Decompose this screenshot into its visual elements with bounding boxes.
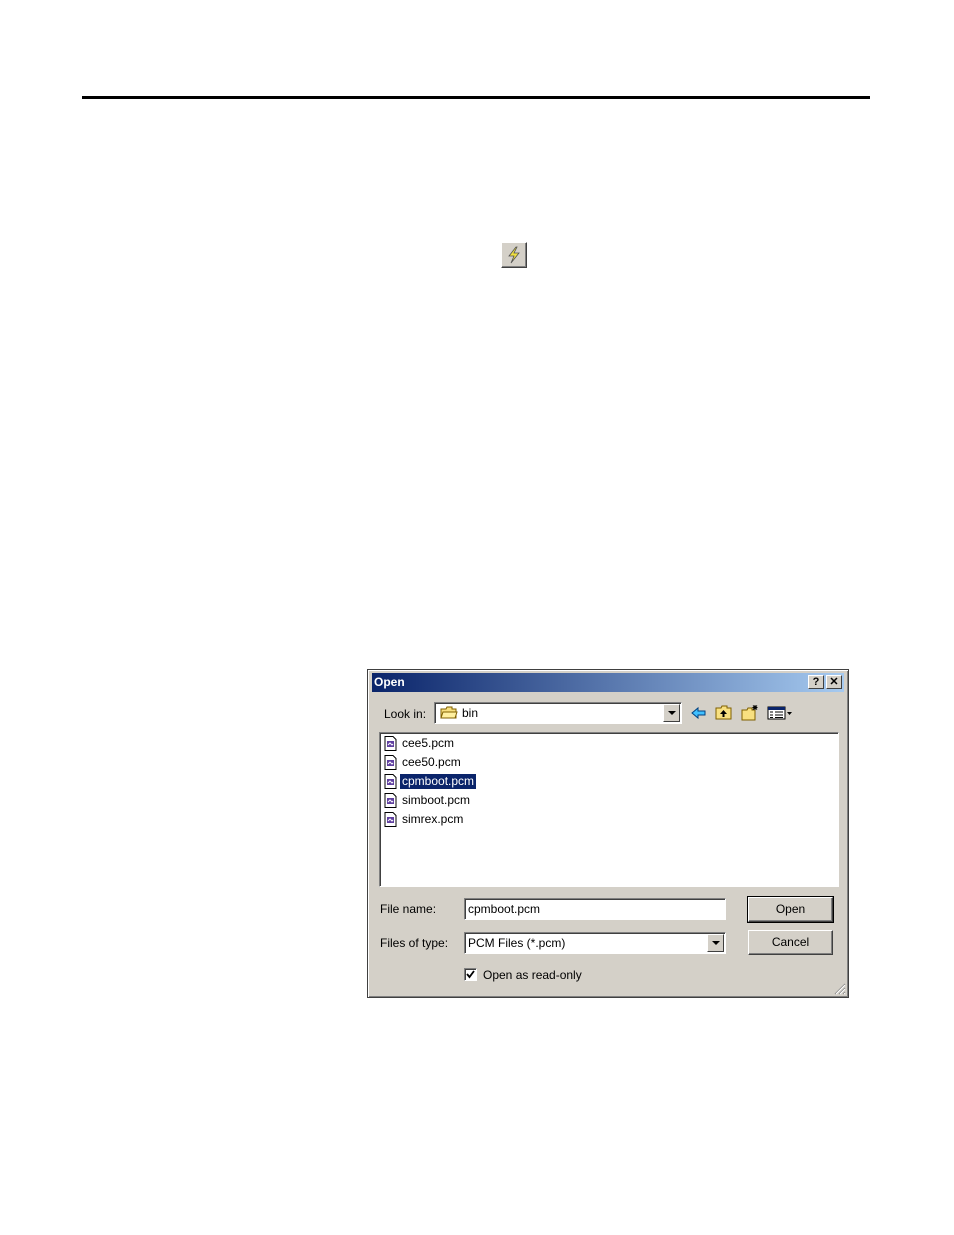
up-folder-icon[interactable] (714, 704, 734, 722)
pcm-file-icon (384, 812, 397, 827)
pcm-file-icon (384, 755, 397, 770)
file-name-input[interactable]: cpmboot.pcm (464, 898, 726, 920)
lightning-bolt-icon (508, 246, 520, 264)
view-menu-icon[interactable] (767, 704, 795, 722)
back-arrow-icon[interactable] (689, 704, 709, 722)
resize-grip-icon[interactable] (834, 983, 846, 995)
open-button[interactable]: Open (747, 896, 834, 923)
look-in-dropdown-button[interactable] (663, 704, 680, 722)
dialog-titlebar: Open ? ✕ (372, 673, 844, 692)
look-in-label: Look in: (384, 707, 427, 721)
page-header-rule (82, 96, 870, 99)
file-list[interactable]: cee5.pcm cee50.pcm cpmboot.pcm simboot.pcm s… (379, 732, 839, 887)
files-of-type-dropdown-button[interactable] (707, 934, 724, 952)
file-name-label: File name: (380, 902, 437, 916)
new-folder-icon[interactable] (740, 704, 760, 722)
dialog-title: Open (374, 675, 405, 689)
file-name: cee5.pcm (402, 736, 455, 750)
pcm-file-icon (384, 793, 397, 808)
files-of-type-select[interactable]: PCM Files (*.pcm) (464, 932, 726, 954)
checkmark-icon (466, 970, 475, 979)
readonly-label: Open as read-only (483, 968, 582, 982)
file-name: simrex.pcm (402, 812, 464, 826)
cancel-button[interactable]: Cancel (748, 930, 833, 955)
open-dialog: Open ? ✕ Look in: bin cee5.pcm cee50.pcm c… (367, 669, 849, 998)
file-name: simboot.pcm (402, 793, 471, 807)
look-in-combo[interactable]: bin (434, 702, 682, 724)
help-button[interactable]: ? (808, 675, 824, 689)
pcm-file-icon (384, 774, 397, 789)
readonly-checkbox[interactable] (464, 968, 477, 981)
files-of-type-label: Files of type: (380, 936, 449, 950)
file-name: cee50.pcm (402, 755, 461, 769)
look-in-value: bin (462, 706, 479, 720)
files-of-type-value: PCM Files (*.pcm) (468, 936, 566, 950)
file-name-value: cpmboot.pcm (468, 902, 541, 916)
pcm-file-icon (384, 736, 397, 751)
lightning-bolt-button[interactable] (501, 242, 527, 268)
close-button[interactable]: ✕ (826, 675, 842, 689)
folder-open-icon (440, 706, 458, 719)
file-name: cpmboot.pcm (400, 774, 477, 789)
